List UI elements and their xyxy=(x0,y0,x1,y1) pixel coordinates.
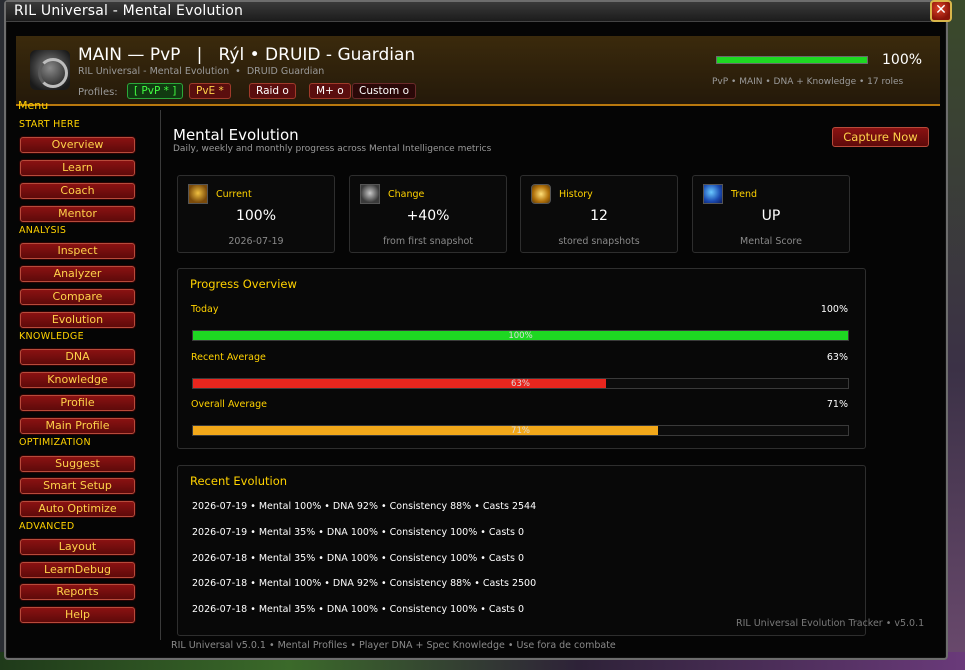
version-label: RIL Universal Evolution Tracker • v5.0.1 xyxy=(736,618,925,629)
sidebar-item-learn[interactable]: Learn xyxy=(20,160,135,176)
brain-icon xyxy=(188,184,208,204)
sidebar-item-inspect[interactable]: Inspect xyxy=(20,243,135,259)
close-icon[interactable]: ✕ xyxy=(930,0,952,22)
evolution-row: 2026-07-19 • Mental 100% • DNA 92% • Con… xyxy=(192,501,537,512)
progress-bar-overall: 71% xyxy=(192,425,849,436)
section-advanced: ADVANCED xyxy=(19,521,75,532)
header-progress-percent: 100% xyxy=(882,52,923,68)
sidebar-item-dna[interactable]: DNA xyxy=(20,349,135,365)
sidebar-item-auto-optimize[interactable]: Auto Optimize xyxy=(20,501,135,517)
recent-evolution-panel: Recent Evolution 2026-07-19 • Mental 100… xyxy=(177,465,866,636)
stat-card-sub: from first snapshot xyxy=(382,236,474,247)
section-knowledge: KNOWLEDGE xyxy=(19,331,84,342)
profile-button-pve[interactable]: PvE * xyxy=(189,83,231,99)
history-icon xyxy=(531,184,551,204)
stat-card-value: 100% xyxy=(235,208,277,224)
stat-card-value: 12 xyxy=(590,208,608,224)
class-avatar-icon xyxy=(30,50,70,90)
header-progress-bar xyxy=(716,56,868,64)
stat-card-history: History 12 stored snapshots xyxy=(520,175,678,253)
sidebar-item-layout[interactable]: Layout xyxy=(20,539,135,555)
profiles-label: Profiles: xyxy=(78,87,118,98)
stat-card-sub: 2026-07-19 xyxy=(228,236,284,247)
profile-button-raid[interactable]: Raid o xyxy=(249,83,296,99)
stat-card-value: UP xyxy=(761,208,781,224)
progress-overview-title: Progress Overview xyxy=(190,277,297,291)
window-title: RIL Universal - Mental Evolution xyxy=(14,3,244,19)
evolution-row: 2026-07-18 • Mental 35% • DNA 100% • Con… xyxy=(192,553,525,564)
stat-card-label: Trend xyxy=(731,189,757,200)
evolution-row: 2026-07-18 • Mental 35% • DNA 100% • Con… xyxy=(192,604,525,615)
stat-card-sub: stored snapshots xyxy=(558,236,640,247)
progress-label-overall: Overall Average xyxy=(191,399,267,410)
section-optimization: OPTIMIZATION xyxy=(19,437,91,448)
game-world-backdrop xyxy=(945,0,965,670)
section-start-here: START HERE xyxy=(19,119,81,130)
progress-overview-panel: Progress Overview Today 100% 100% Recent… xyxy=(177,268,866,449)
profile-button-pvp[interactable]: [ PvP * ] xyxy=(127,83,184,99)
profile-button-mplus[interactable]: M+ o xyxy=(309,83,351,99)
sidebar-item-overview[interactable]: Overview xyxy=(20,137,135,153)
recent-evolution-title: Recent Evolution xyxy=(190,474,288,488)
profile-header: MAIN — PvP | Rýl • DRUID - Guardian RIL … xyxy=(16,36,940,106)
progress-percent-overall: 71% xyxy=(826,399,848,410)
sidebar-item-mentor[interactable]: Mentor xyxy=(20,206,135,222)
sidebar-item-profile[interactable]: Profile xyxy=(20,395,135,411)
sidebar-item-analyzer[interactable]: Analyzer xyxy=(20,266,135,282)
section-analysis: ANALYSIS xyxy=(19,225,67,236)
sidebar-item-knowledge[interactable]: Knowledge xyxy=(20,372,135,388)
profile-button-custom[interactable]: Custom o xyxy=(352,83,416,99)
header-progress-fill xyxy=(717,57,867,63)
stat-card-current: Current 100% 2026-07-19 xyxy=(177,175,335,253)
progress-bar-text: 100% xyxy=(508,331,533,341)
stat-card-sub: Mental Score xyxy=(740,236,802,247)
change-icon xyxy=(360,184,380,204)
stat-card-trend: Trend UP Mental Score xyxy=(692,175,850,253)
sidebar-item-compare[interactable]: Compare xyxy=(20,289,135,305)
sidebar-item-suggest[interactable]: Suggest xyxy=(20,456,135,472)
progress-percent-recent: 63% xyxy=(826,352,848,363)
progress-bar-today: 100% xyxy=(192,330,849,341)
stat-card-label: Change xyxy=(388,189,425,200)
sidebar-item-learndebug[interactable]: LearnDebug xyxy=(20,562,135,578)
evolution-row: 2026-07-18 • Mental 100% • DNA 92% • Con… xyxy=(192,578,537,589)
footer-text: RIL Universal v5.0.1 • Mental Profiles •… xyxy=(171,640,616,651)
sidebar-item-coach[interactable]: Coach xyxy=(20,183,135,199)
progress-percent-today: 100% xyxy=(820,304,848,315)
sidebar-item-evolution[interactable]: Evolution xyxy=(20,312,135,328)
stat-card-value: +40% xyxy=(406,208,450,224)
sidebar-item-reports[interactable]: Reports xyxy=(20,584,135,600)
progress-bar-text: 63% xyxy=(511,379,530,389)
header-subtitle: RIL Universal - Mental Evolution • DRUID… xyxy=(78,66,325,77)
page-subtitle: Daily, weekly and monthly progress acros… xyxy=(173,144,492,154)
main-content: Mental Evolution Daily, weekly and month… xyxy=(171,110,941,650)
header-title: MAIN — PvP | Rýl • DRUID - Guardian xyxy=(78,45,416,65)
progress-label-today: Today xyxy=(191,304,219,315)
stat-card-label: Current xyxy=(216,189,252,200)
evolution-row: 2026-07-19 • Mental 35% • DNA 100% • Con… xyxy=(192,527,525,538)
page-title: Mental Evolution xyxy=(173,126,299,144)
capture-now-button[interactable]: Capture Now xyxy=(832,127,929,147)
progress-label-recent: Recent Average xyxy=(191,352,266,363)
header-meta: PvP • MAIN • DNA + Knowledge • 17 roles xyxy=(712,77,904,87)
sidebar-item-main-profile[interactable]: Main Profile xyxy=(20,418,135,434)
trend-icon xyxy=(703,184,723,204)
stat-card-change: Change +40% from first snapshot xyxy=(349,175,507,253)
title-bar[interactable]: RIL Universal - Mental Evolution xyxy=(6,2,946,22)
progress-bar-recent: 63% xyxy=(192,378,849,389)
addon-window: RIL Universal - Mental Evolution MAIN — … xyxy=(4,0,948,660)
sidebar-item-smart-setup[interactable]: Smart Setup xyxy=(20,478,135,494)
sidebar-menu: START HERE Overview Learn Coach Mentor A… xyxy=(6,110,161,640)
progress-bar-text: 71% xyxy=(511,426,530,436)
sidebar-item-help[interactable]: Help xyxy=(20,607,135,623)
stat-card-label: History xyxy=(559,189,593,200)
